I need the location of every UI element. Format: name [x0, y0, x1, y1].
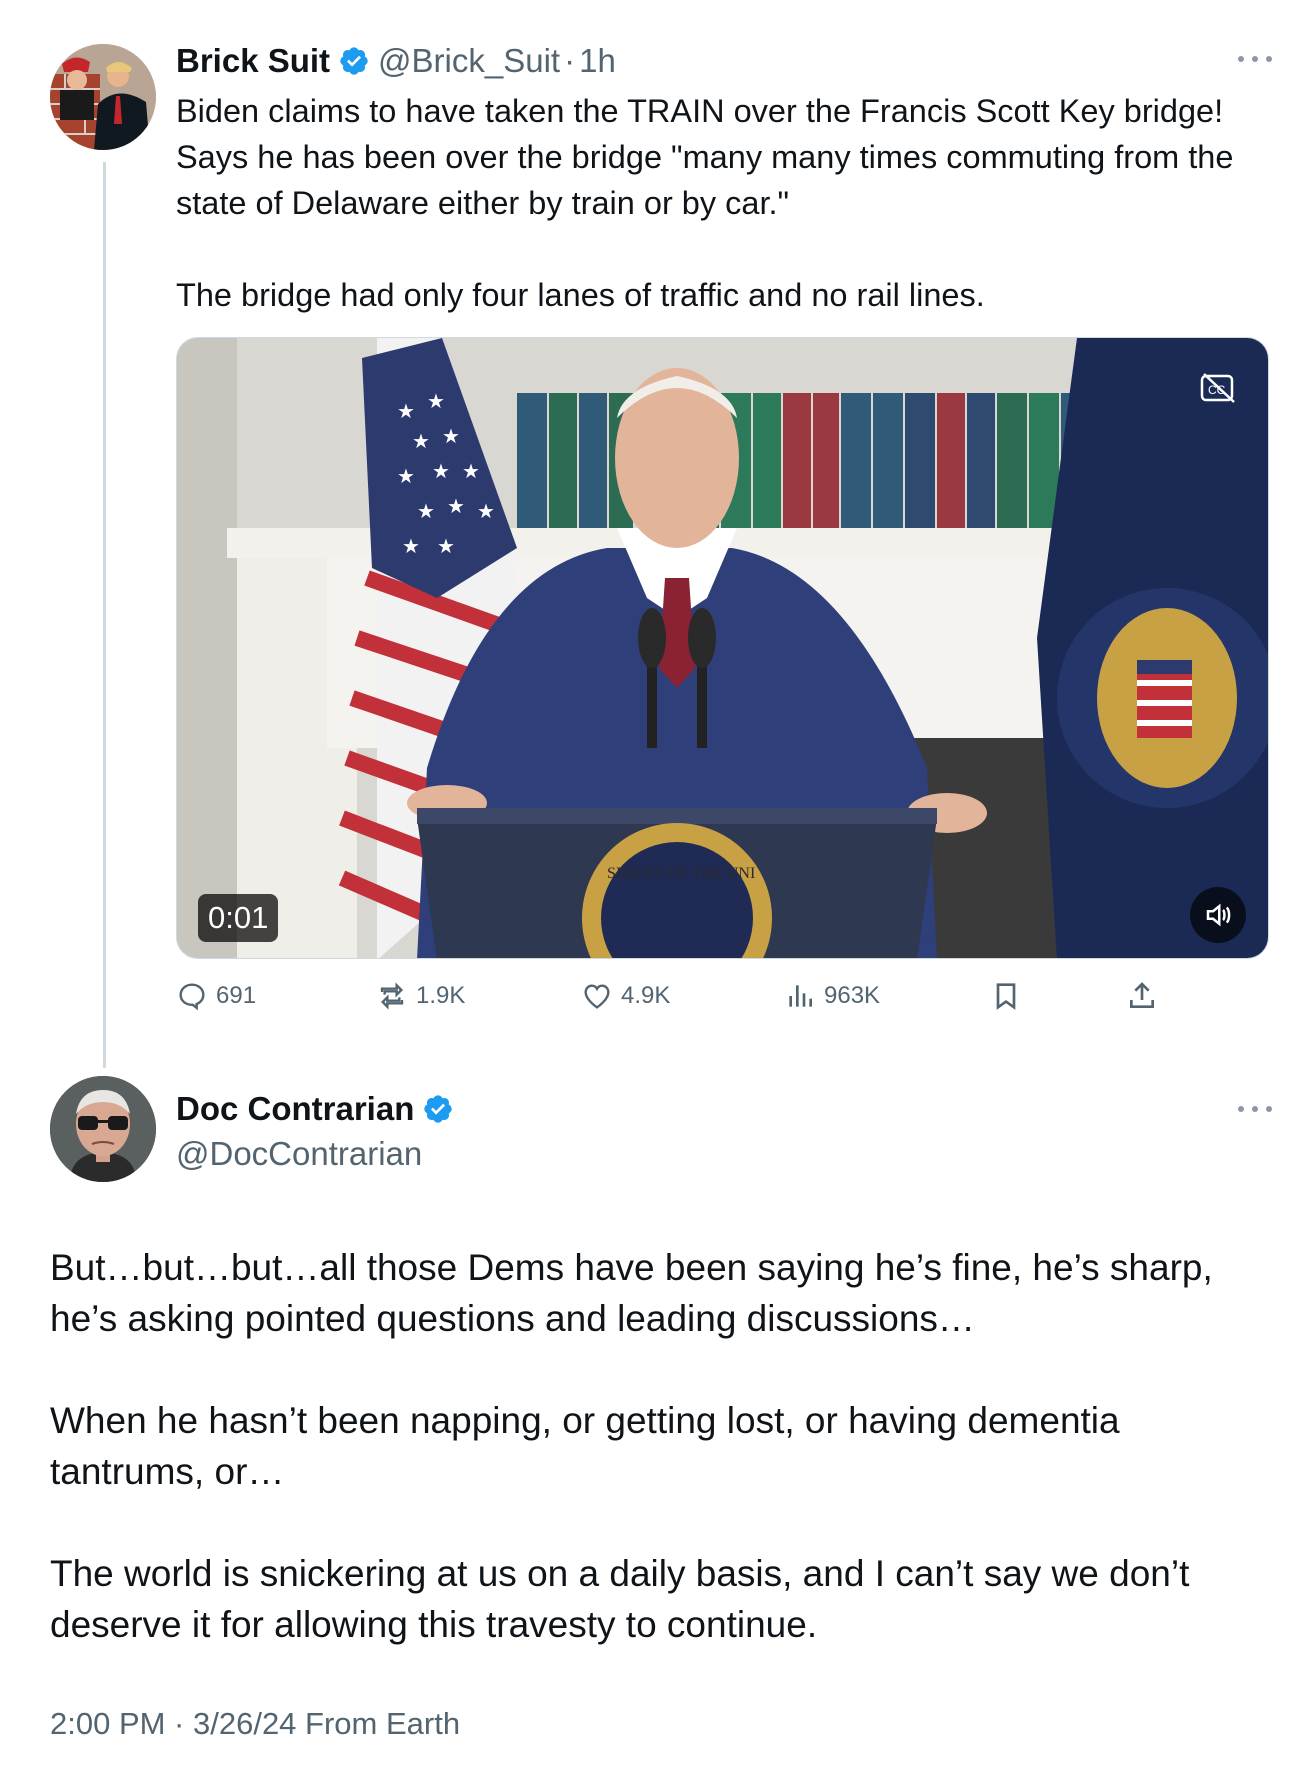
- svg-text:★: ★: [462, 461, 480, 483]
- views-button[interactable]: 963K: [784, 980, 880, 1012]
- svg-text:★: ★: [437, 536, 455, 558]
- reply-count: 691: [216, 982, 257, 1009]
- svg-text:★: ★: [397, 466, 415, 488]
- author-name[interactable]: Doc Contrarian: [176, 1090, 414, 1128]
- share-icon: [1130, 982, 1154, 1008]
- more-icon[interactable]: [1238, 1104, 1272, 1114]
- verified-badge-icon: [422, 1093, 454, 1125]
- video-time-badge: 0:01: [198, 894, 279, 942]
- bookmark-icon: [996, 983, 1016, 1010]
- post-timestamp[interactable]: 2:00 PM · 3/26/24 From Earth: [50, 1706, 460, 1742]
- views-count: 963K: [824, 982, 881, 1009]
- tweet-paragraph: The world is snickering at us on a daily…: [50, 1553, 1190, 1645]
- video-frame: ★ ★★ ★ ★ ★ ★★ ★ ★★ ★ SIDENT OF THE UNI: [177, 338, 1268, 958]
- reply-button[interactable]: 691: [176, 980, 256, 1012]
- svg-text:★: ★: [417, 501, 435, 523]
- separator-dot: ·: [564, 42, 576, 79]
- svg-text:★: ★: [402, 536, 420, 558]
- tweet-body: Biden claims to have taken the TRAIN ove…: [176, 88, 1286, 318]
- post-time[interactable]: 1h: [579, 42, 616, 80]
- views-icon: [789, 985, 812, 1007]
- repost-icon: [380, 982, 404, 1010]
- repost-button[interactable]: 1.9K: [376, 980, 465, 1012]
- verified-badge-icon: [338, 45, 370, 77]
- video-player[interactable]: ★ ★ ★ ★ ★ ★ ★ ★ ★ ★ ★ ★ SIDENT OF THE UNI 0:01: [176, 337, 1269, 959]
- svg-text:★: ★: [427, 391, 445, 413]
- tweet-paragraph: When he hasn’t been napping, or getting …: [50, 1400, 1120, 1492]
- svg-text:★: ★: [432, 461, 450, 483]
- svg-text:CC: CC: [1208, 383, 1226, 397]
- thread-connector-line: [103, 162, 106, 1068]
- captions-icon[interactable]: CC: [1198, 370, 1238, 406]
- tweet-paragraph: The bridge had only four lanes of traffi…: [176, 277, 985, 313]
- svg-text:★: ★: [447, 496, 465, 518]
- tweet-paragraph: But…but…but…all those Dems have been say…: [50, 1247, 1213, 1339]
- svg-text:★: ★: [442, 426, 460, 448]
- like-count: 4.9K: [621, 982, 671, 1009]
- author-handle[interactable]: @DocContrarian: [176, 1132, 462, 1176]
- like-button[interactable]: 4.9K: [581, 980, 670, 1012]
- avatar[interactable]: [50, 1076, 156, 1182]
- avatar[interactable]: [50, 44, 156, 150]
- tweet-actions: 691 1.9K 4.9K 963K: [176, 980, 1166, 1024]
- tweet-paragraph: Biden claims to have taken the TRAIN ove…: [176, 93, 1234, 221]
- svg-text:★: ★: [477, 501, 495, 523]
- tweet-header: Doc Contrarian @DocContrarian: [176, 1088, 462, 1176]
- svg-text:★: ★: [412, 431, 430, 453]
- tweet-header: Brick Suit @Brick_Suit · 1h: [176, 40, 616, 82]
- reply-icon: [179, 983, 205, 1011]
- volume-icon[interactable]: [1190, 887, 1246, 943]
- share-button[interactable]: [1126, 980, 1166, 1012]
- like-icon: [584, 984, 610, 1009]
- repost-count: 1.9K: [416, 982, 466, 1009]
- svg-text:★: ★: [397, 401, 415, 423]
- tweet-body: But…but…but…all those Dems have been say…: [50, 1242, 1280, 1701]
- author-handle[interactable]: @Brick_Suit: [378, 42, 560, 80]
- more-icon[interactable]: [1238, 54, 1272, 64]
- podium-seal-text: SIDENT OF THE UNI: [607, 865, 755, 882]
- author-name[interactable]: Brick Suit: [176, 42, 330, 80]
- bookmark-button[interactable]: [990, 980, 1030, 1012]
